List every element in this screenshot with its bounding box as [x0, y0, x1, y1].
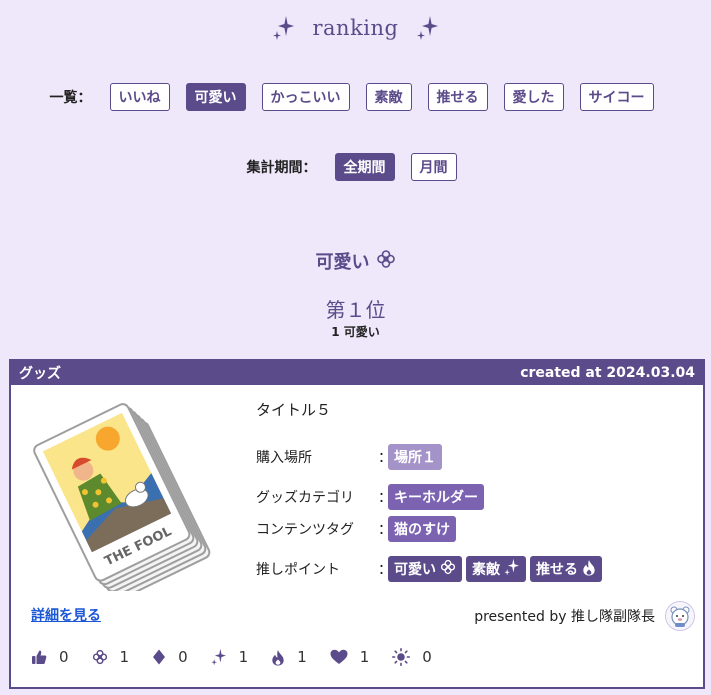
period-chip-monthly[interactable]: 月間 — [410, 153, 457, 181]
filter-chip-saikou[interactable]: サイコー — [579, 83, 654, 111]
field-colon: ： — [378, 562, 392, 578]
reaction-count: 1 — [359, 648, 370, 666]
thumbs-up-icon — [32, 650, 47, 664]
field-colon: ： — [378, 450, 392, 466]
content-tag-label: 猫のすけ — [394, 522, 450, 538]
point-tag-label: 素敵 — [472, 562, 500, 578]
card-created-at: created at 2024.03.04 — [520, 365, 695, 381]
period-filter: 集計期間： 全期間 月間 — [0, 153, 711, 181]
content-tag[interactable]: 猫のすけ — [388, 516, 456, 542]
flame-icon — [272, 649, 284, 666]
reaction-count: 0 — [59, 648, 69, 666]
place-tag-label: 場所１ — [394, 450, 436, 466]
filter-list-label: 一覧： — [49, 90, 92, 106]
reaction-diamond[interactable]: 0 — [152, 648, 188, 666]
bear-avatar-icon[interactable] — [665, 601, 695, 631]
field-colon: ： — [378, 490, 392, 506]
presenter: presented by 推し隊副隊長 — [474, 601, 695, 631]
rank-subtitle: 1 可愛い — [331, 325, 380, 339]
field-colon: ： — [378, 522, 392, 538]
filter-chip-aishita[interactable]: 愛した — [503, 83, 564, 111]
heart-icon — [330, 649, 348, 664]
card-type-label: グッズ — [19, 366, 61, 382]
card-header: グッズ created at 2024.03.04 — [11, 361, 703, 385]
reaction-count: 1 — [238, 648, 249, 666]
category-heading-label: 可愛い — [315, 252, 370, 273]
reaction-bar: 0 1 0 1 1 1 0 — [31, 648, 455, 666]
reaction-heart[interactable]: 1 — [330, 648, 370, 666]
reaction-thumbs-up[interactable]: 0 — [31, 648, 69, 666]
reaction-flame[interactable]: 1 — [271, 648, 307, 666]
presenter-text: presented by 推し隊副隊長 — [474, 609, 655, 625]
diamond-icon — [153, 649, 166, 665]
field-content-label: コンテンツタグ — [256, 522, 354, 538]
sparkle-icon — [504, 558, 520, 580]
page-title: ranking — [312, 16, 399, 40]
detail-link[interactable]: 詳細を見る — [31, 605, 101, 625]
period-chip-all[interactable]: 全期間 — [334, 153, 395, 181]
ranking-card: グッズ created at 2024.03.04 THE FOOL タイトル５… — [9, 359, 705, 689]
filter-chip-kakkoii[interactable]: かっこいい — [261, 83, 350, 111]
flame-icon — [582, 559, 596, 580]
reaction-count: 0 — [422, 648, 432, 666]
reaction-flower[interactable]: 1 — [92, 648, 130, 666]
item-info: タイトル５ 購入場所 ： 場所１ グッズカテゴリ ： キーホルダー コンテンツタ… — [256, 399, 606, 586]
sun-icon — [392, 648, 411, 666]
field-content: コンテンツタグ ： 猫のすけ — [256, 514, 606, 544]
category-tag-label: キーホルダー — [394, 490, 478, 506]
flower-icon — [440, 559, 456, 579]
reaction-count: 1 — [297, 648, 307, 666]
point-tag-suteki[interactable]: 素敵 — [466, 556, 526, 582]
page-header: ranking — [0, 10, 711, 46]
field-place: 購入場所 ： 場所１ — [256, 442, 606, 472]
sparkle-icon — [416, 15, 439, 41]
sparkle-icon — [211, 648, 226, 666]
field-category: グッズカテゴリ ： キーホルダー — [256, 482, 606, 512]
filter-chip-iine[interactable]: いいね — [109, 83, 170, 111]
point-tag-kawaii[interactable]: 可愛い — [388, 556, 462, 582]
point-tag-oseru[interactable]: 推せる — [530, 556, 602, 582]
filter-period-label: 集計期間： — [246, 160, 317, 176]
point-tag-label: 可愛い — [394, 562, 436, 578]
item-image[interactable]: THE FOOL — [31, 391, 221, 600]
item-title: タイトル５ — [256, 401, 332, 419]
reaction-sun[interactable]: 0 — [392, 648, 432, 666]
field-points-label: 推しポイント — [256, 562, 340, 578]
filter-chip-kawaii[interactable]: 可愛い — [185, 83, 246, 111]
rank-title: 第１位 — [325, 298, 386, 322]
category-tag[interactable]: キーホルダー — [388, 484, 484, 510]
filter-chip-suteki[interactable]: 素敵 — [365, 83, 412, 111]
field-points: 推しポイント ： 可愛い 素敵 推せる — [256, 554, 606, 584]
field-category-label: グッズカテゴリ — [256, 490, 354, 506]
category-filter: 一覧： いいね 可愛い かっこいい 素敵 推せる 愛した サイコー — [0, 83, 711, 111]
category-heading: 可愛い — [0, 248, 711, 274]
flower-icon — [376, 249, 396, 274]
point-tag-label: 推せる — [536, 562, 578, 578]
reaction-count: 1 — [119, 648, 130, 666]
flower-icon — [92, 649, 107, 665]
sparkle-icon — [272, 15, 295, 41]
filter-chip-oseru[interactable]: 推せる — [427, 83, 488, 111]
reaction-count: 0 — [178, 648, 188, 666]
field-place-label: 購入場所 — [256, 450, 312, 466]
reaction-sparkle[interactable]: 1 — [211, 648, 249, 666]
place-tag[interactable]: 場所１ — [388, 444, 442, 470]
